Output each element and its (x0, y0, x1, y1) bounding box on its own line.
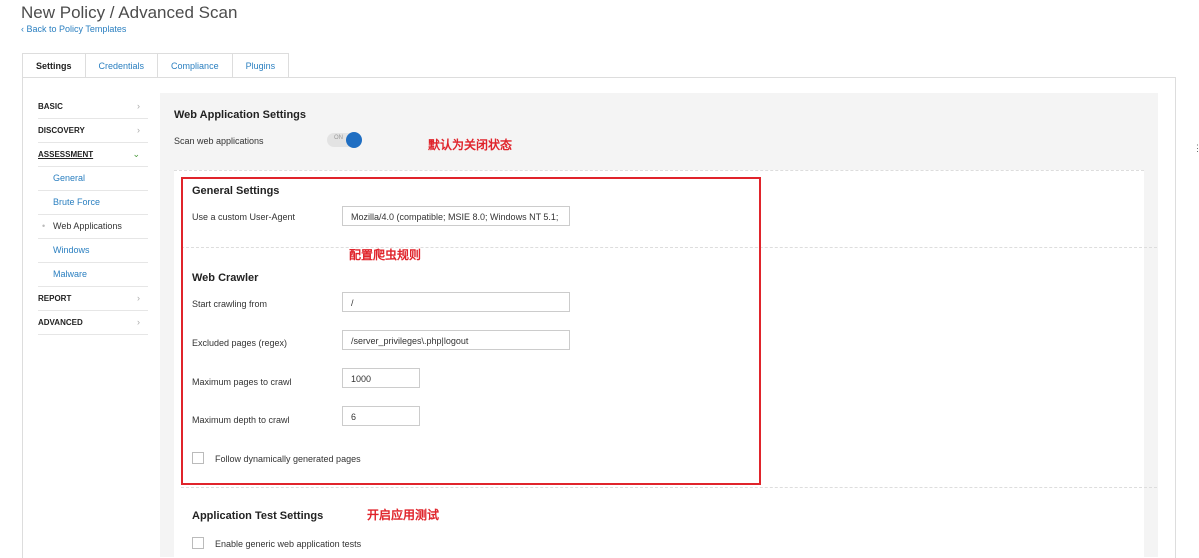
app-test-settings-title: Application Test Settings (192, 510, 324, 522)
sidebar-item-discovery[interactable]: DISCOVERY › (38, 119, 148, 143)
sidebar-subitem-malware[interactable]: Malware (38, 263, 148, 287)
sidebar-item-label: DISCOVERY (38, 126, 85, 135)
sidebar-item-label: BASIC (38, 102, 63, 111)
sidebar-item-label: REPORT (38, 294, 72, 303)
sidebar-item-advanced[interactable]: ADVANCED › (38, 311, 148, 335)
tab-compliance[interactable]: Compliance (157, 53, 233, 77)
scan-web-apps-label: Scan web applications (174, 136, 264, 146)
settings-sidebar: BASIC › DISCOVERY › ASSESSMENT ⌄ General… (38, 95, 148, 335)
tab-bar: Settings Credentials Compliance Plugins (22, 53, 290, 77)
generic-tests-checkbox[interactable] (192, 537, 204, 549)
toggle-state-text: ON (334, 135, 343, 141)
sidebar-item-assessment[interactable]: ASSESSMENT ⌄ (38, 143, 148, 167)
chevron-right-icon: › (137, 125, 140, 135)
scan-web-apps-toggle[interactable]: ON (327, 132, 362, 148)
chevron-right-icon: › (137, 293, 140, 303)
chevron-right-icon: › (137, 101, 140, 111)
annotation-default-off: 默认为关闭状态 (428, 138, 513, 152)
annotation-enable-tests: 开启应用测试 (367, 508, 440, 522)
chevron-down-icon: ⌄ (132, 149, 140, 159)
section-divider (181, 487, 1157, 488)
tab-settings[interactable]: Settings (22, 53, 86, 77)
annotation-highlight-box (181, 177, 761, 485)
web-app-settings-title: Web Application Settings (174, 109, 307, 121)
page-title: New Policy / Advanced Scan (21, 3, 238, 22)
tab-credentials[interactable]: Credentials (84, 53, 159, 77)
sidebar-subitem-web-applications[interactable]: Web Applications (38, 215, 148, 239)
scrollbar-grip-icon[interactable]: ⋮ (1193, 143, 1199, 154)
toggle-knob (346, 132, 362, 148)
tab-plugins[interactable]: Plugins (231, 53, 290, 77)
sidebar-subitem-general[interactable]: General (38, 167, 148, 191)
sidebar-subitem-windows[interactable]: Windows (38, 239, 148, 263)
generic-tests-label: Enable generic web application tests (215, 539, 362, 549)
chevron-right-icon: › (137, 317, 140, 327)
back-to-templates-link[interactable]: ‹ Back to Policy Templates (21, 24, 126, 34)
sidebar-item-label: ASSESSMENT (38, 150, 94, 159)
annotation-crawler-rules: 配置爬虫规则 (349, 248, 422, 262)
sidebar-item-label: ADVANCED (38, 318, 83, 327)
sidebar-item-basic[interactable]: BASIC › (38, 95, 148, 119)
sidebar-item-report[interactable]: REPORT › (38, 287, 148, 311)
sidebar-subitem-brute-force[interactable]: Brute Force (38, 191, 148, 215)
